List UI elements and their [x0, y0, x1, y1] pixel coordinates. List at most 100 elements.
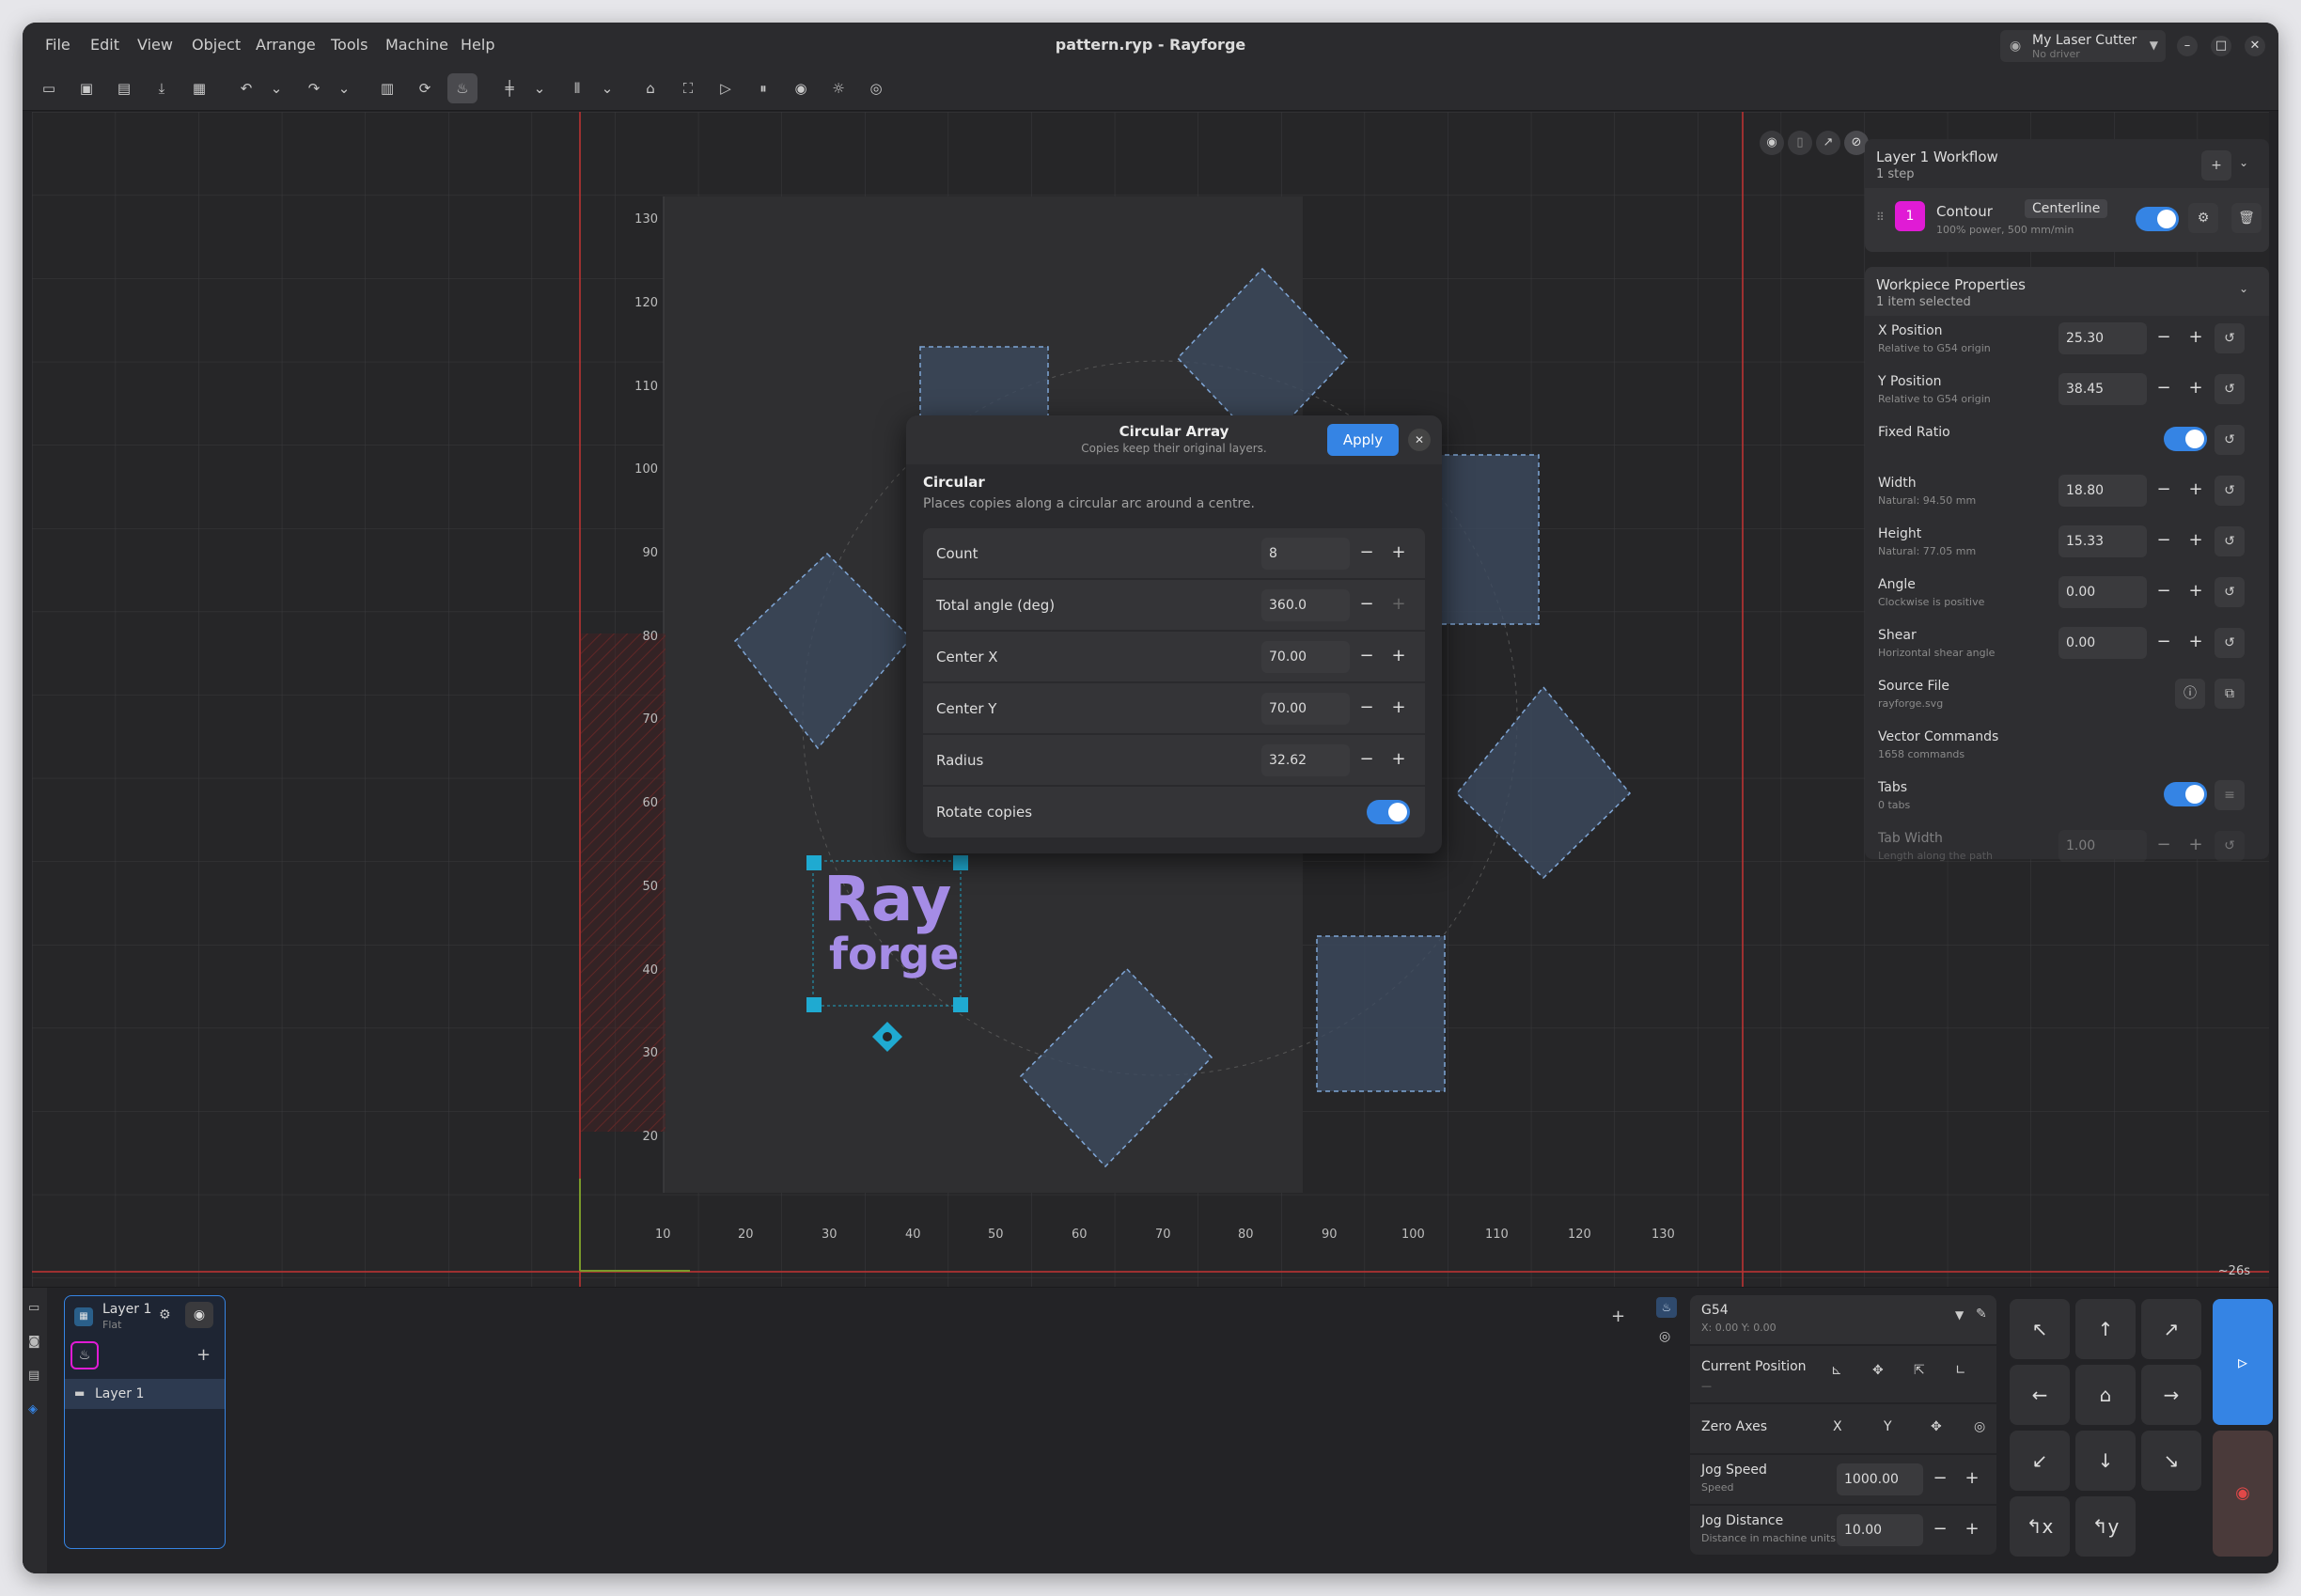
rotate-copies-toggle[interactable]	[1367, 800, 1410, 824]
jog-distance-input[interactable]: 10.00	[1837, 1514, 1923, 1546]
eye-icon[interactable]: ◉	[1760, 131, 1784, 155]
reset-icon[interactable]: ↺	[2215, 374, 2245, 404]
pause-icon[interactable]: ⏸	[748, 73, 778, 103]
tabs-toggle[interactable]	[2164, 782, 2207, 806]
add-step-button[interactable]: +	[2201, 150, 2231, 180]
increment-button[interactable]: +	[2181, 322, 2211, 354]
jog-right-icon[interactable]: →	[2141, 1365, 2201, 1425]
run-button[interactable]: ▹	[2213, 1299, 2273, 1425]
prop-input[interactable]: 25.30	[2058, 322, 2147, 354]
jog-up-left-icon[interactable]: ↖	[2010, 1299, 2070, 1359]
jog-left-icon[interactable]: ←	[2010, 1365, 2070, 1425]
jog-up-icon[interactable]: ↑	[2075, 1299, 2136, 1359]
chevron-down-icon[interactable]: ▼	[1955, 1308, 1964, 1322]
decrement-button[interactable]: −	[2149, 322, 2179, 354]
open-icon[interactable]: ▭	[34, 73, 64, 103]
machine-selector[interactable]: ◉ My Laser Cutter No driver ▼	[2000, 30, 2166, 62]
step-enabled-toggle[interactable]	[2136, 207, 2179, 231]
step-icon[interactable]: ♨	[70, 1341, 99, 1369]
decrement-button[interactable]: −	[2149, 576, 2179, 608]
decrement-button[interactable]: −	[2149, 627, 2179, 659]
add-step-button[interactable]: +	[196, 1345, 211, 1365]
prop-input[interactable]: 0.00	[2058, 627, 2147, 659]
decrement-button[interactable]: −	[1352, 641, 1382, 673]
prop-input[interactable]: 18.80	[2058, 475, 2147, 507]
decrement-button[interactable]: −	[1352, 538, 1382, 570]
decrement-button[interactable]: −	[2149, 475, 2179, 507]
export-gcode-icon[interactable]: ▦	[184, 73, 214, 103]
undo-icon[interactable]: ↶	[231, 73, 261, 103]
align-icon[interactable]: ╪	[494, 73, 524, 103]
open-external-icon[interactable]: ⧉	[2215, 679, 2245, 709]
layers-icon[interactable]: ◈	[28, 1402, 38, 1416]
jog-down-left-icon[interactable]: ↙	[2010, 1431, 2070, 1491]
increment-button[interactable]: +	[1384, 589, 1414, 621]
home-icon[interactable]: ⌂	[635, 73, 665, 103]
save-as-icon[interactable]: ▤	[109, 73, 139, 103]
reset-icon[interactable]: ↺	[2215, 577, 2245, 607]
decrement-button[interactable]: −	[2149, 525, 2179, 557]
increment-button[interactable]: +	[2181, 373, 2211, 405]
export-icon[interactable]: ⤓	[147, 73, 177, 103]
move-icon[interactable]: ✥	[1872, 1363, 1884, 1378]
refresh-icon[interactable]: ⟳	[410, 73, 440, 103]
eye-icon[interactable]: ◉	[185, 1302, 213, 1328]
increment-button[interactable]: +	[1957, 1514, 1987, 1546]
redo-dropdown-icon[interactable]: ⌄	[329, 73, 359, 103]
jog-speed-input[interactable]: 1000.00	[1837, 1463, 1923, 1495]
fixed-ratio-toggle[interactable]	[2164, 427, 2207, 451]
camera-icon[interactable]: ◙	[28, 1335, 40, 1349]
increment-button[interactable]: +	[2181, 576, 2211, 608]
trash-icon[interactable]: 🗑	[2231, 203, 2262, 233]
angle-input[interactable]: 360.0	[1261, 589, 1350, 621]
count-input[interactable]: 8	[1261, 538, 1350, 570]
decrement-button[interactable]: −	[1352, 693, 1382, 725]
workpiece-header[interactable]: Workpiece Properties 1 item selected ⌄	[1865, 267, 2269, 316]
gear-icon[interactable]: ⚙	[2188, 203, 2218, 233]
lock-icon[interactable]: ▯	[1788, 131, 1812, 155]
jog-down-right-icon[interactable]: ↘	[2141, 1431, 2201, 1491]
play-icon[interactable]: ▷	[711, 73, 741, 103]
chevron-down-icon[interactable]: ⌄	[2239, 282, 2248, 295]
drag-handle-icon[interactable]: ⠿	[1876, 211, 1885, 224]
distribute-dropdown-icon[interactable]: ⌄	[592, 73, 622, 103]
add-layer-button[interactable]: +	[1611, 1307, 1625, 1326]
jog-down-icon[interactable]: ↓	[2075, 1431, 2136, 1491]
target-icon[interactable]: ◎	[861, 73, 891, 103]
record-icon[interactable]: ◉	[786, 73, 816, 103]
increment-button[interactable]: +	[1384, 641, 1414, 673]
goto-icon[interactable]: ⇱	[1914, 1363, 1925, 1378]
prop-input[interactable]: 15.33	[2058, 525, 2147, 557]
group-icon[interactable]: ▥	[372, 73, 402, 103]
home-y-icon[interactable]: ↰y	[2075, 1496, 2136, 1557]
edit-icon[interactable]: ✎	[1976, 1307, 1987, 1322]
reset-icon[interactable]: ↺	[2215, 323, 2245, 353]
reset-icon[interactable]: ↺	[2215, 628, 2245, 658]
increment-button[interactable]: +	[2181, 627, 2211, 659]
assets-icon[interactable]: ▤	[28, 1369, 39, 1383]
save-icon[interactable]: ▣	[71, 73, 102, 103]
decrement-button[interactable]: −	[1925, 1463, 1955, 1495]
home-x-icon[interactable]: ↰x	[2010, 1496, 2070, 1557]
decrement-button[interactable]: −	[1352, 744, 1382, 776]
reset-icon[interactable]: ↺	[2215, 526, 2245, 556]
increment-button[interactable]: +	[2181, 830, 2211, 862]
layer-card[interactable]: ▦ Layer 1 Flat ⚙ ◉ ♨ + ▬ Layer 1	[64, 1295, 226, 1549]
reset-icon[interactable]: ↺	[2215, 831, 2245, 861]
path-icon[interactable]: ↗	[1816, 131, 1840, 155]
radius-input[interactable]: 32.62	[1261, 744, 1350, 776]
increment-button[interactable]: +	[1384, 538, 1414, 570]
reset-icon[interactable]: ↺	[2215, 476, 2245, 506]
tabs-settings-icon[interactable]: ≡	[2215, 780, 2245, 810]
laser-icon[interactable]: ♨	[1656, 1297, 1677, 1318]
redo-icon[interactable]: ↷	[299, 73, 329, 103]
layer-item[interactable]: ▬ Layer 1	[65, 1379, 225, 1409]
decrement-button[interactable]: −	[2149, 830, 2179, 862]
emergency-stop-button[interactable]: ◉	[2213, 1431, 2273, 1557]
decrement-button[interactable]: −	[1352, 589, 1382, 621]
center-y-input[interactable]: 70.00	[1261, 693, 1350, 725]
apply-button[interactable]: Apply	[1327, 424, 1399, 456]
close-icon[interactable]: ✕	[1408, 429, 1431, 451]
prop-input[interactable]: 0.00	[2058, 576, 2147, 608]
increment-button[interactable]: +	[1957, 1463, 1987, 1495]
